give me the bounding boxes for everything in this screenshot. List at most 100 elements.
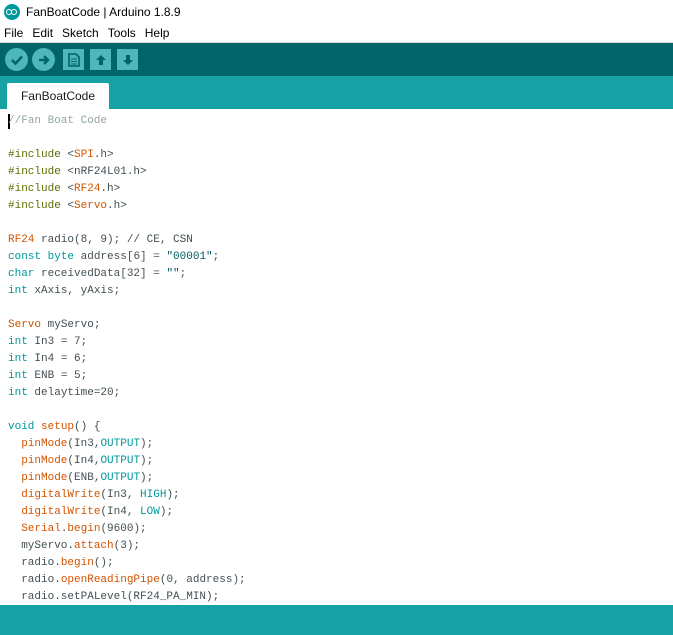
new-sketch-button[interactable]	[63, 49, 84, 70]
code-token: begin	[67, 523, 101, 535]
code-line: radio.setPALevel(RF24_PA_MIN);	[8, 589, 246, 605]
code-token: void	[8, 421, 35, 433]
code-token: () {	[74, 421, 101, 433]
code-token: (In4,	[100, 506, 141, 518]
code-token: int	[8, 336, 28, 348]
code-token: #include	[8, 149, 61, 161]
code-token: begin	[60, 557, 94, 569]
code-line: #include <RF24.h>	[8, 181, 246, 198]
code-token: <	[60, 200, 75, 212]
code-token: (9600);	[100, 523, 147, 535]
code-token: byte	[47, 251, 75, 263]
code-token: <nRF24L01.h>	[60, 166, 147, 178]
code-token: radio.	[8, 557, 61, 569]
open-sketch-button[interactable]	[90, 49, 111, 70]
code-token: receivedData[32] =	[34, 268, 167, 280]
code-token: address[6] =	[74, 251, 167, 263]
code-token: In4 = 6;	[27, 353, 88, 365]
code-line: int In3 = 7;	[8, 334, 246, 351]
code-token: Servo	[8, 319, 42, 331]
code-token: );	[159, 506, 174, 518]
toolbar	[0, 43, 673, 76]
code-token: LOW	[140, 506, 160, 518]
code-token: digitalWrite	[21, 489, 101, 501]
code-token: int	[8, 353, 28, 365]
code-token: radio(8, 9); // CE, CSN	[34, 234, 193, 246]
code-editor[interactable]: //Fan Boat Code #include <SPI.h> #include…	[0, 109, 673, 605]
arrow-down-icon	[122, 54, 133, 65]
tab-bar: FanBoatCode	[0, 76, 673, 109]
code-token: ();	[93, 557, 114, 569]
code-token: (3);	[113, 540, 141, 552]
code-token: .h>	[107, 200, 127, 212]
code-token: );	[140, 438, 154, 450]
code-token: #include	[8, 183, 61, 195]
code-token: );	[140, 455, 154, 467]
tab-fanboatcode[interactable]: FanBoatCode	[7, 83, 109, 109]
menu-file[interactable]: File	[0, 26, 28, 40]
code-line: myServo.attach(3);	[8, 538, 246, 555]
code-token: OUTPUT	[100, 472, 141, 484]
code-line: pinMode(In3,OUTPUT);	[8, 436, 246, 453]
code-line: #include <SPI.h>	[8, 147, 246, 164]
code-token: myServo;	[41, 319, 101, 331]
code-token: pinMode	[21, 472, 68, 484]
menu-edit[interactable]: Edit	[28, 26, 58, 40]
code-text: //Fan Boat Code #include <SPI.h> #include…	[8, 113, 246, 605]
code-token: In3 = 7;	[27, 336, 88, 348]
code-token: char	[8, 268, 35, 280]
code-token: (In4,	[67, 455, 101, 467]
code-line: int In4 = 6;	[8, 351, 246, 368]
code-token: );	[166, 489, 180, 501]
code-token: setup	[41, 421, 75, 433]
code-token: RF24	[8, 234, 35, 246]
code-line: int xAxis, yAxis;	[8, 283, 246, 300]
code-token: int	[8, 370, 28, 382]
menu-help[interactable]: Help	[141, 26, 175, 40]
menu-sketch[interactable]: Sketch	[58, 26, 104, 40]
code-token: myServo.	[8, 540, 75, 552]
code-line: #include <nRF24L01.h>	[8, 164, 246, 181]
code-line: pinMode(ENB,OUTPUT);	[8, 470, 246, 487]
code-token: int	[8, 387, 28, 399]
code-token: RF24	[74, 183, 101, 195]
menu-tools[interactable]: Tools	[104, 26, 141, 40]
save-sketch-button[interactable]	[117, 49, 138, 70]
status-bar	[0, 605, 673, 635]
code-token: .h>	[100, 183, 121, 195]
code-token: pinMode	[21, 455, 68, 467]
code-token: ""	[166, 268, 180, 280]
code-line: //Fan Boat Code	[8, 113, 246, 130]
code-line: Servo myServo;	[8, 317, 246, 334]
code-token: pinMode	[21, 438, 68, 450]
code-token: <	[60, 183, 75, 195]
code-token: OUTPUT	[100, 455, 141, 467]
code-line: RF24 radio(8, 9); // CE, CSN	[8, 232, 246, 249]
code-line: Serial.begin(9600);	[8, 521, 246, 538]
arrow-up-icon	[95, 54, 106, 65]
arduino-logo-icon	[4, 3, 20, 20]
code-token: HIGH	[140, 489, 167, 501]
code-token: SPI	[74, 149, 94, 161]
code-token: delaytime=20;	[27, 387, 121, 399]
upload-button[interactable]	[32, 48, 55, 71]
code-token: radio.setPALevel(RF24_PA_MIN);	[8, 591, 220, 603]
code-line: digitalWrite(In3, HIGH);	[8, 487, 246, 504]
window-title: FanBoatCode | Arduino 1.8.9	[26, 4, 181, 19]
verify-button[interactable]	[5, 48, 28, 71]
code-token: xAxis, yAxis;	[27, 285, 121, 297]
code-token: (0, address);	[159, 574, 246, 586]
code-line: int delaytime=20;	[8, 385, 246, 402]
code-token: digitalWrite	[21, 506, 101, 518]
code-token: (In3,	[100, 489, 141, 501]
code-line: const byte address[6] = "00001";	[8, 249, 246, 266]
code-line: radio.begin();	[8, 555, 246, 572]
